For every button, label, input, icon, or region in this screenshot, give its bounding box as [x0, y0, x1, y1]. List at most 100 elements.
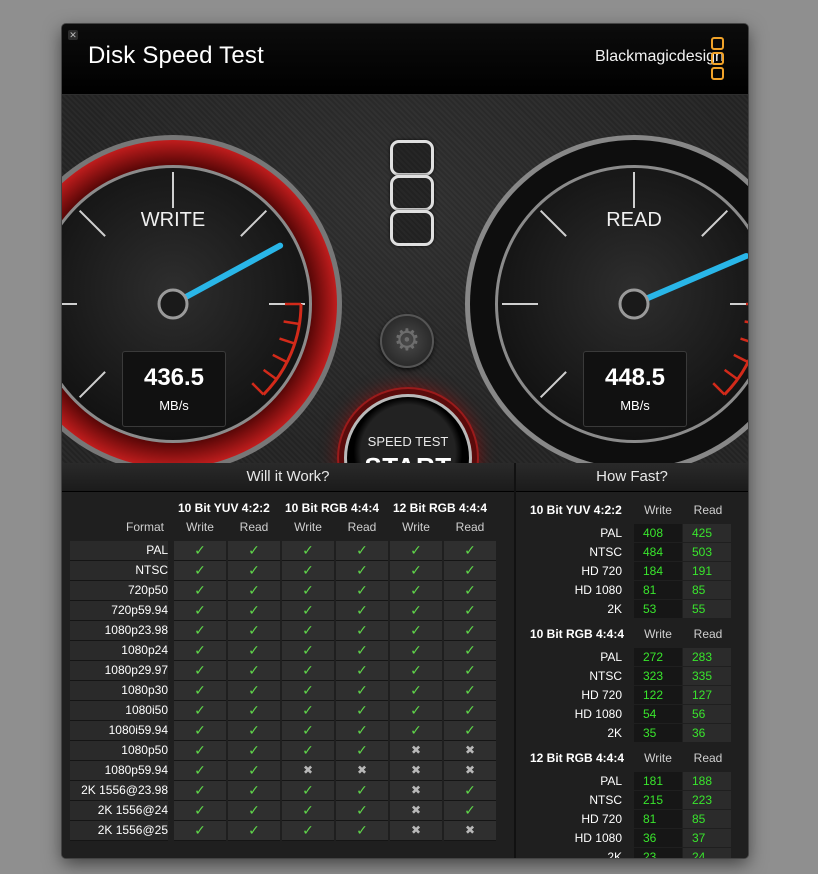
- write-speed-value: 436.5: [143, 364, 205, 391]
- format-name: 2K 1556@25: [70, 821, 168, 841]
- check-icon: ✓: [444, 561, 496, 581]
- check-icon: ✓: [444, 641, 496, 661]
- read-speed-unit: MB/s: [620, 398, 650, 413]
- write-speed-cell: 215: [634, 791, 682, 809]
- wiw-subheader: Write: [186, 520, 214, 534]
- format-name: 2K: [607, 850, 622, 858]
- format-name: PAL: [600, 526, 622, 540]
- format-name: 2K: [607, 602, 622, 616]
- write-gauge-label: WRITE: [141, 209, 205, 231]
- check-icon: ✓: [282, 821, 334, 841]
- format-name: 720p59.94: [70, 601, 168, 621]
- format-name: HD 720: [581, 688, 622, 702]
- read-speed-cell: 56: [683, 705, 731, 723]
- check-icon: ✓: [390, 701, 442, 721]
- check-icon: ✓: [228, 621, 280, 641]
- cross-icon: ✖: [444, 761, 496, 781]
- write-speed-cell: 35: [634, 724, 682, 742]
- check-icon: ✓: [228, 581, 280, 601]
- write-speed-cell: 184: [634, 562, 682, 580]
- format-name: NTSC: [589, 669, 622, 683]
- check-icon: ✓: [228, 641, 280, 661]
- check-icon: ✓: [228, 661, 280, 681]
- format-name: 2K: [607, 726, 622, 740]
- how-fast-read-header: Read: [693, 751, 723, 765]
- will-it-work-header: Will it Work?: [62, 463, 514, 492]
- check-icon: ✓: [444, 801, 496, 821]
- check-icon: ✓: [282, 581, 334, 601]
- check-icon: ✓: [174, 641, 226, 661]
- check-icon: ✓: [390, 721, 442, 741]
- cross-icon: ✖: [390, 801, 442, 821]
- how-fast-group-title: 12 Bit RGB 4:4:4: [530, 751, 625, 765]
- check-icon: ✓: [174, 561, 226, 581]
- read-speed-cell: 188: [683, 772, 731, 790]
- check-icon: ✓: [228, 561, 280, 581]
- format-name: 1080p23.98: [70, 621, 168, 641]
- cross-icon: ✖: [390, 761, 442, 781]
- check-icon: ✓: [282, 541, 334, 561]
- check-icon: ✓: [336, 741, 388, 761]
- write-speed-cell: 81: [634, 810, 682, 828]
- check-icon: ✓: [444, 681, 496, 701]
- write-speed-readout: 436.5 MB/s: [122, 351, 226, 427]
- check-icon: ✓: [444, 581, 496, 601]
- read-gauge-label: READ: [606, 209, 662, 231]
- table-row: HD 1080 81 85: [516, 581, 748, 600]
- wiw-group-rgb444-12bit: 12 Bit RGB 4:4:4: [393, 501, 488, 515]
- how-fast-read-header: Read: [693, 503, 723, 517]
- check-icon: ✓: [282, 621, 334, 641]
- format-name: NTSC: [589, 545, 622, 559]
- check-icon: ✓: [228, 801, 280, 821]
- read-speed-cell: 223: [683, 791, 731, 809]
- check-icon: ✓: [390, 581, 442, 601]
- check-icon: ✓: [444, 621, 496, 641]
- check-icon: ✓: [336, 821, 388, 841]
- format-name: 2K 1556@23.98: [70, 781, 168, 801]
- format-column-header: Format: [126, 520, 165, 534]
- results-area: Will it Work? How Fast? 10 Bit YUV 4:2:2…: [62, 463, 748, 858]
- check-icon: ✓: [174, 601, 226, 621]
- settings-button[interactable]: ⚙: [380, 314, 434, 368]
- check-icon: ✓: [444, 661, 496, 681]
- format-name: NTSC: [70, 561, 168, 581]
- wiw-subheader: Read: [347, 520, 377, 534]
- table-row: NTSC 323 335: [516, 667, 748, 686]
- read-speed-cell: 55: [683, 600, 731, 618]
- format-name: PAL: [600, 774, 622, 788]
- check-icon: ✓: [282, 601, 334, 621]
- close-icon[interactable]: ✕: [68, 30, 78, 40]
- how-fast-write-header: Write: [644, 627, 672, 641]
- format-name: 1080p29.97: [70, 661, 168, 681]
- format-name: PAL: [70, 541, 168, 561]
- check-icon: ✓: [174, 741, 226, 761]
- check-icon: ✓: [228, 721, 280, 741]
- write-speed-cell: 484: [634, 543, 682, 561]
- app-title: Disk Speed Test: [88, 42, 264, 69]
- check-icon: ✓: [228, 821, 280, 841]
- write-speed-cell: 408: [634, 524, 682, 542]
- read-speed-cell: 127: [683, 686, 731, 704]
- read-speed-value: 448.5: [604, 364, 666, 391]
- check-icon: ✓: [174, 541, 226, 561]
- read-speed-cell: 24: [683, 848, 731, 858]
- check-icon: ✓: [174, 581, 226, 601]
- cross-icon: ✖: [444, 821, 496, 841]
- check-icon: ✓: [390, 541, 442, 561]
- write-speed-cell: 181: [634, 772, 682, 790]
- check-icon: ✓: [228, 681, 280, 701]
- write-speed-cell: 23: [634, 848, 682, 858]
- brand-logo-icon: [711, 37, 724, 81]
- table-row: 2K 53 55: [516, 600, 748, 619]
- wiw-subheader: Write: [402, 520, 430, 534]
- check-icon: ✓: [228, 761, 280, 781]
- read-speed-cell: 36: [683, 724, 731, 742]
- table-row: HD 1080 36 37: [516, 829, 748, 848]
- format-name: 1080p50: [70, 741, 168, 761]
- check-icon: ✓: [282, 721, 334, 741]
- check-icon: ✓: [282, 641, 334, 661]
- check-icon: ✓: [444, 541, 496, 561]
- check-icon: ✓: [390, 561, 442, 581]
- check-icon: ✓: [282, 681, 334, 701]
- check-icon: ✓: [444, 601, 496, 621]
